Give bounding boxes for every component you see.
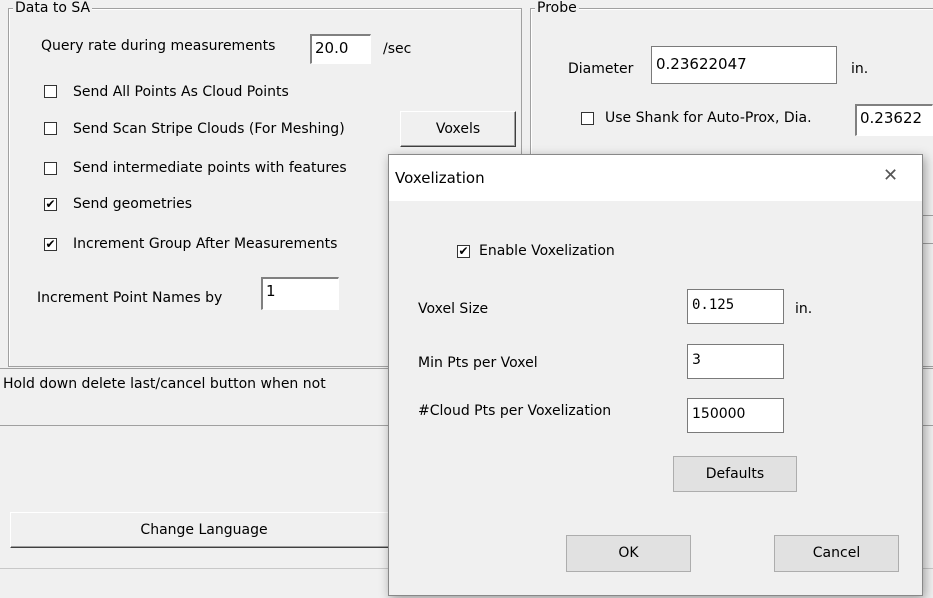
hold-down-text: Hold down delete last/cancel button when… — [3, 376, 326, 392]
data-to-sa-title: Data to SA — [13, 0, 93, 16]
voxel-size-label: Voxel Size — [418, 301, 489, 317]
dialog-titlebar: Voxelization ✕ — [389, 155, 922, 201]
voxels-button[interactable]: Voxels — [400, 111, 516, 147]
send-all-points-label[interactable]: Send All Points As Cloud Points — [73, 83, 289, 101]
voxelization-dialog: Voxelization ✕ ✔ Enable Voxelization Vox… — [388, 154, 923, 596]
cancel-button[interactable]: Cancel — [774, 535, 899, 572]
min-pts-input[interactable]: 3 — [687, 344, 784, 379]
send-geometries-label[interactable]: Send geometries — [73, 195, 192, 213]
query-rate-unit: /sec — [383, 41, 412, 57]
enable-voxelization-label[interactable]: Enable Voxelization — [479, 242, 615, 260]
increment-group-checkbox[interactable]: ✔ — [44, 238, 57, 251]
enable-voxelization-checkbox[interactable]: ✔ — [457, 245, 470, 258]
voxel-size-input[interactable]: 0.125 — [687, 289, 784, 324]
probe-title: Probe — [535, 0, 579, 16]
close-icon[interactable]: ✕ — [883, 167, 898, 185]
min-pts-label: Min Pts per Voxel — [418, 355, 538, 371]
send-geometries-checkbox[interactable]: ✔ — [44, 198, 57, 211]
cloud-pts-input[interactable]: 150000 — [687, 398, 784, 433]
increment-group-label[interactable]: Increment Group After Measurements — [73, 235, 337, 253]
diameter-label: Diameter — [568, 61, 634, 77]
query-rate-input[interactable]: 20.0 — [310, 34, 371, 64]
increment-point-names-input[interactable]: 1 — [261, 277, 339, 310]
change-language-button[interactable]: Change Language — [10, 512, 398, 548]
use-shank-checkbox[interactable] — [581, 112, 594, 125]
increment-point-names-label: Increment Point Names by — [37, 290, 223, 306]
send-all-points-checkbox[interactable] — [44, 85, 57, 98]
send-scan-stripe-checkbox[interactable] — [44, 122, 57, 135]
diameter-unit: in. — [851, 61, 869, 77]
diameter-input[interactable]: 0.23622047 — [651, 46, 837, 84]
send-scan-stripe-label[interactable]: Send Scan Stripe Clouds (For Meshing) — [73, 120, 345, 138]
use-shank-label[interactable]: Use Shank for Auto-Prox, Dia. — [605, 109, 812, 127]
send-intermediate-label[interactable]: Send intermediate points with features — [73, 159, 347, 177]
send-intermediate-checkbox[interactable] — [44, 162, 57, 175]
query-rate-label: Query rate during measurements — [41, 38, 276, 54]
ok-button[interactable]: OK — [566, 535, 691, 572]
use-shank-input[interactable]: 0.23622 — [855, 104, 933, 136]
dialog-title: Voxelization — [395, 169, 485, 187]
defaults-button[interactable]: Defaults — [673, 456, 797, 492]
cloud-pts-label: #Cloud Pts per Voxelization — [418, 403, 612, 419]
voxel-size-unit: in. — [795, 301, 813, 317]
